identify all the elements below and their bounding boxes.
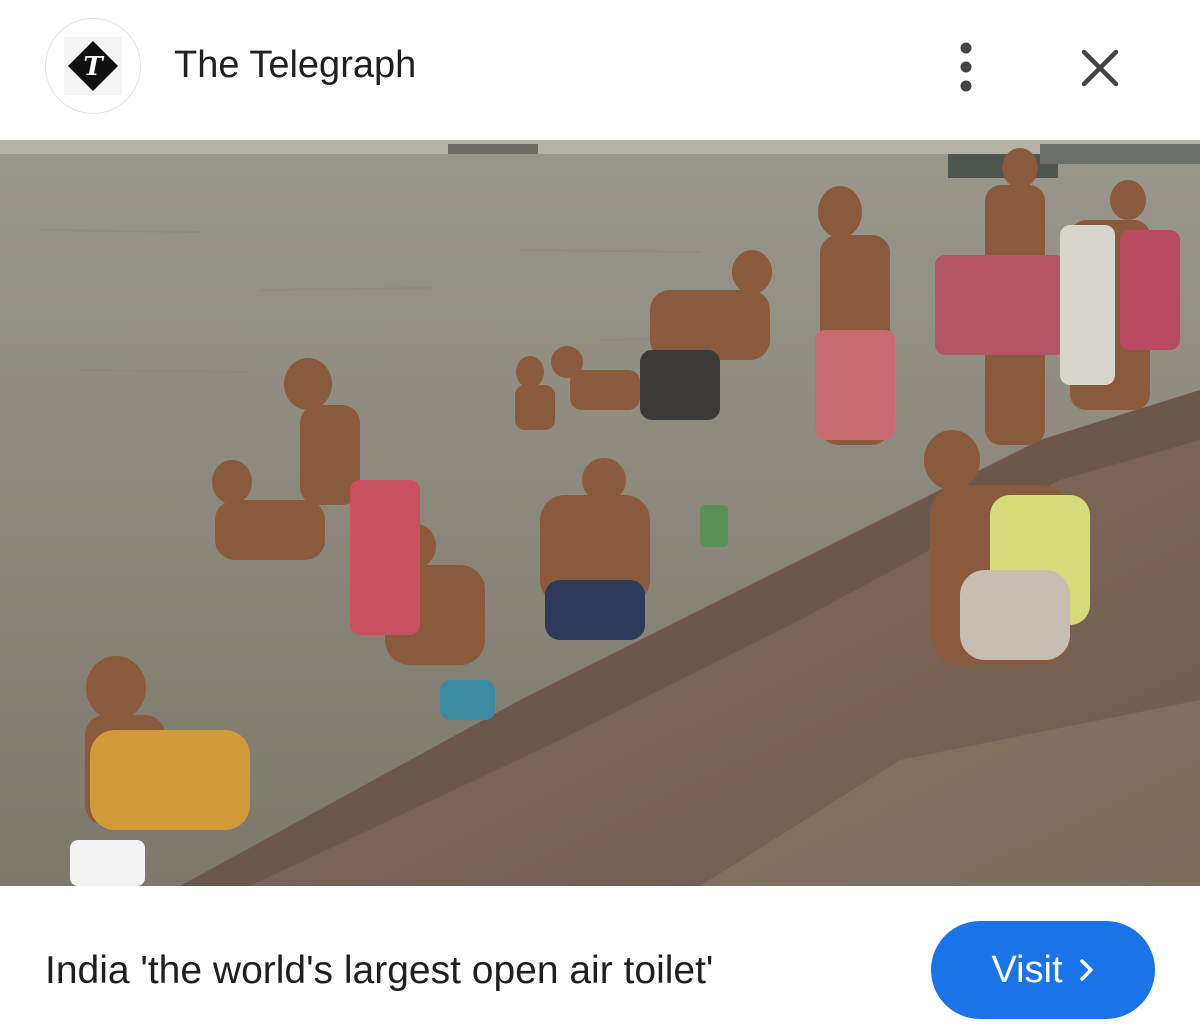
telegraph-logo-icon: T bbox=[64, 37, 122, 95]
result-image[interactable] bbox=[0, 140, 1200, 886]
svg-text:T: T bbox=[83, 52, 104, 82]
more-vert-icon bbox=[960, 42, 972, 92]
close-icon bbox=[1081, 49, 1119, 87]
chevron-right-icon bbox=[1079, 959, 1093, 981]
close-button[interactable] bbox=[1070, 38, 1130, 98]
result-caption[interactable]: India 'the world's largest open air toil… bbox=[45, 946, 713, 996]
river-bank-photo bbox=[0, 140, 1200, 886]
more-options-button[interactable] bbox=[938, 38, 994, 94]
visit-label: Visit bbox=[991, 949, 1063, 991]
visit-button[interactable]: Visit bbox=[931, 921, 1155, 1019]
source-name[interactable]: The Telegraph bbox=[174, 42, 416, 88]
source-logo[interactable]: T bbox=[45, 18, 141, 114]
result-header: T The Telegraph bbox=[0, 0, 1200, 140]
